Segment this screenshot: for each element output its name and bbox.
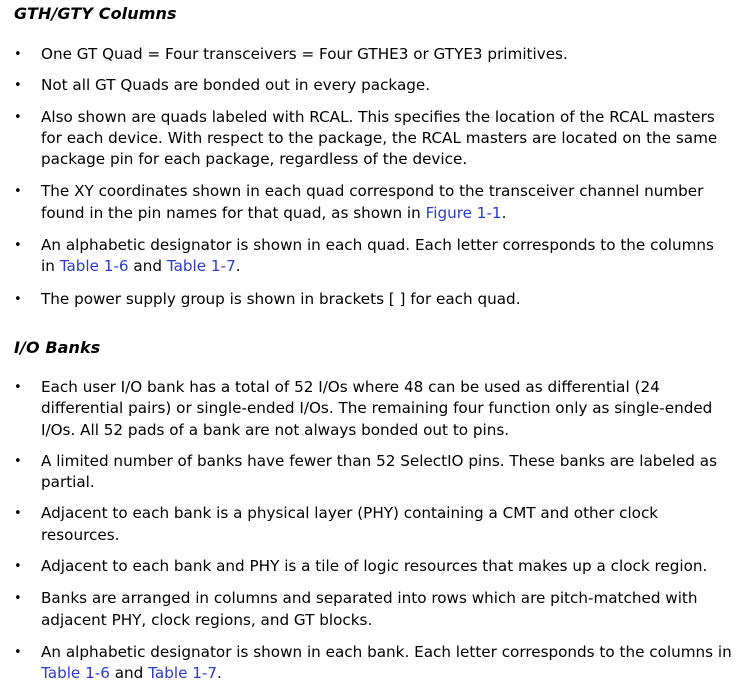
bullet-text: Adjacent to each bank and PHY is a tile … xyxy=(41,557,708,576)
bullet-item: • Also shown are quads labeled with RCAL.… xyxy=(0,107,740,171)
cross-reference-link[interactable]: Table 1-7 xyxy=(167,257,236,275)
bullet-text: Adjacent to each bank is a physical laye… xyxy=(41,504,659,544)
bullet-item: • An alphabetic designator is shown in ea… xyxy=(0,642,740,685)
bullet-text: Each user I/O bank has a total of 52 I/O… xyxy=(41,378,713,439)
bullet-item: • Each user I/O bank has a total of 52 I/… xyxy=(0,377,740,441)
section-heading-gth-gty-columns: GTH/GTY Columns xyxy=(14,4,177,23)
bullet-text: The XY coordinates shown in each quad co… xyxy=(41,182,704,222)
bullet-text: and xyxy=(128,257,167,276)
bullet-item: • Not all GT Quads are bonded out in ever… xyxy=(0,75,740,96)
bullet-text: An alphabetic designator is shown in eac… xyxy=(41,642,732,661)
bullet-item: • The XY coordinates shown in each quad c… xyxy=(0,181,740,224)
bullet-item: • Adjacent to each bank is a physical lay… xyxy=(0,503,740,546)
cross-reference-link[interactable]: Figure 1-1 xyxy=(426,204,502,222)
bullet-dot: • xyxy=(14,506,22,522)
bullet-dot: • xyxy=(14,238,22,254)
bullet-text: Banks are arranged in columns and separa… xyxy=(41,589,698,629)
cross-reference-link[interactable]: Table 1-6 xyxy=(41,664,110,682)
bullet-dot: • xyxy=(14,184,22,200)
cross-reference-link[interactable]: Table 1-7 xyxy=(148,664,217,682)
bullet-text: The power supply group is shown in brack… xyxy=(41,289,521,308)
bullet-text: . xyxy=(235,257,241,276)
cross-reference-link[interactable]: Table 1-6 xyxy=(60,257,129,275)
bullet-dot: • xyxy=(14,47,22,62)
bullet-dot: • xyxy=(14,78,22,94)
bullet-dot: • xyxy=(14,109,22,125)
bullet-text: and xyxy=(109,664,149,683)
bullet-item: • Banks are arranged in columns and separ… xyxy=(0,588,740,631)
gth-gty-bullet-list: • One GT Quad = Four transceivers = Four … xyxy=(0,44,740,310)
bullet-text: Also shown are quads labeled with RCAL. … xyxy=(41,107,718,169)
bullet-text: . xyxy=(217,664,222,683)
bullet-text: A limited number of banks have fewer tha… xyxy=(41,451,717,492)
bullet-item: • An alphabetic designator is shown in ea… xyxy=(0,235,740,278)
io-banks-bullet-list: • Each user I/O bank has a total of 52 I/… xyxy=(0,377,740,685)
bullet-item: • Adjacent to each bank and PHY is a tile… xyxy=(0,556,740,577)
bullet-item: • One GT Quad = Four transceivers = Four … xyxy=(0,44,740,65)
section-heading-io-banks: I/O Banks xyxy=(14,338,101,357)
bullet-item: • The power supply group is shown in brac… xyxy=(0,289,740,310)
bullet-text: One GT Quad = Four transceivers = Four G… xyxy=(41,45,568,63)
bullet-dot: • xyxy=(14,644,22,660)
document-page: GTH/GTY Columns • One GT Quad = Four tran… xyxy=(0,0,740,697)
bullet-text: Not all GT Quads are bonded out in every… xyxy=(41,76,431,95)
bullet-dot: • xyxy=(14,559,22,575)
bullet-item: • A limited number of banks have fewer th… xyxy=(0,451,740,494)
bullet-dot: • xyxy=(14,453,22,469)
bullet-text: . xyxy=(501,203,507,222)
bullet-dot: • xyxy=(14,380,22,395)
bullet-dot: • xyxy=(14,591,22,607)
bullet-dot: • xyxy=(14,291,22,307)
